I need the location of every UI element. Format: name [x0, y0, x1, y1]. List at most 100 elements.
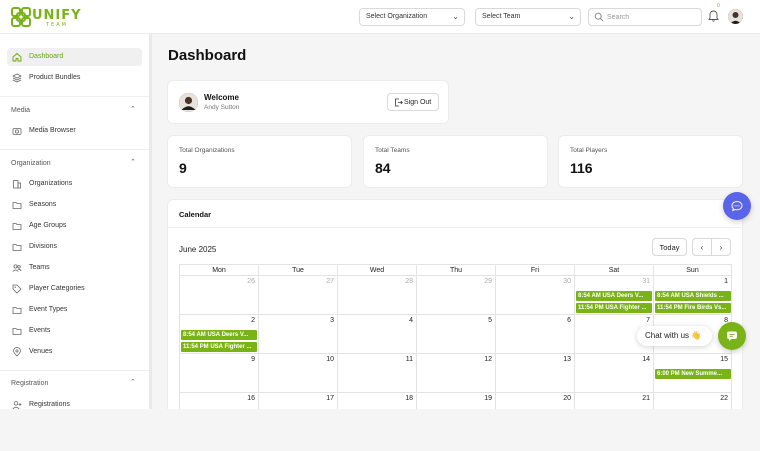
- logo[interactable]: UNIFY TEAM: [10, 6, 82, 28]
- select-organization-dropdown[interactable]: Select Organization ⌄: [359, 8, 465, 26]
- divider: [168, 227, 743, 228]
- weekday-label: Thu: [416, 264, 495, 276]
- calendar-day-cell[interactable]: 10: [258, 354, 337, 393]
- calendar-event[interactable]: 8:54 AM USA Deers V...: [181, 330, 257, 340]
- calendar-day-cell[interactable]: 14: [574, 354, 653, 393]
- sidebar-item-events[interactable]: Events: [7, 322, 142, 340]
- select-organization-label: Select Organization: [366, 13, 428, 20]
- sidebar-item-organizations[interactable]: Organizations: [7, 175, 142, 193]
- calendar-day-cell[interactable]: 29: [416, 276, 495, 315]
- calendar-day-cell[interactable]: 26: [179, 276, 258, 315]
- sidebar-item-venues[interactable]: Venues: [7, 343, 142, 361]
- search-input[interactable]: [607, 11, 697, 23]
- sign-out-label: Sign Out: [404, 98, 432, 106]
- calendar-day-cell[interactable]: 28: [337, 276, 416, 315]
- sidebar-item-dashboard[interactable]: Dashboard: [7, 48, 142, 66]
- today-button[interactable]: Today: [652, 238, 687, 256]
- sidebar-item-seasons[interactable]: Seasons: [7, 196, 142, 214]
- sidebar-item-label: Divisions: [29, 243, 58, 250]
- day-number: 16: [247, 395, 255, 402]
- day-number: 10: [326, 356, 334, 363]
- select-team-label: Select Team: [482, 13, 521, 20]
- prev-month-button[interactable]: ‹: [692, 238, 712, 256]
- messages-fab[interactable]: [723, 192, 751, 220]
- calendar-day-cell[interactable]: 1 8:54 AM USA Shields ... 11:54 PM Fire Bi…: [653, 276, 732, 315]
- avatar: [179, 93, 198, 112]
- welcome-card: Welcome Andy Sutton Sign Out: [167, 80, 449, 124]
- camera-icon: [12, 128, 22, 135]
- layers-icon: [12, 73, 22, 83]
- sidebar-item-teams[interactable]: Teams: [7, 259, 142, 277]
- sidebar-item-label: Events: [29, 327, 51, 334]
- folder-icon: [12, 244, 22, 251]
- stat-card-teams: Total Teams 84: [363, 135, 548, 188]
- logo-text: UNIFY: [32, 8, 82, 23]
- calendar-event[interactable]: 6:00 PM New Summe...: [655, 369, 731, 379]
- chat-with-us-label[interactable]: Chat with us 👋: [637, 326, 712, 346]
- sidebar-item-divisions[interactable]: Divisions: [7, 238, 142, 256]
- calendar-day-cell[interactable]: 27: [258, 276, 337, 315]
- weekday-label: Fri: [495, 264, 574, 276]
- next-month-button[interactable]: ›: [711, 238, 731, 256]
- chevron-down-icon: ⌄: [568, 12, 575, 21]
- day-number: 14: [642, 356, 650, 363]
- calendar-day-cell[interactable]: 15 6:00 PM New Summe...: [653, 354, 732, 393]
- calendar-day-cell[interactable]: 2 8:54 AM USA Deers V... 11:54 PM USA Figh…: [179, 315, 258, 354]
- sidebar-scrollbar[interactable]: [149, 34, 152, 409]
- calendar-event[interactable]: 8:54 AM USA Deers V...: [576, 291, 652, 301]
- calendar-event[interactable]: 11:54 PM Fire Birds Vs...: [655, 303, 731, 313]
- folder-icon: [12, 328, 22, 335]
- user-name: Andy Sutton: [204, 104, 240, 111]
- stat-label: Total Organizations: [179, 147, 235, 154]
- calendar-day-cell[interactable]: 6: [495, 315, 574, 354]
- sidebar-item-player-categories[interactable]: Player Categories: [7, 280, 142, 298]
- chevron-up-icon[interactable]: ⌃: [130, 105, 136, 113]
- day-number: 17: [326, 395, 334, 402]
- sidebar-item-event-types[interactable]: Event Types: [7, 301, 142, 319]
- sidebar-item-label: Organizations: [29, 180, 73, 187]
- select-team-dropdown[interactable]: Select Team ⌄: [475, 8, 581, 26]
- day-number: 12: [484, 356, 492, 363]
- day-number: 18: [405, 395, 413, 402]
- calendar-day-cell[interactable]: 3: [258, 315, 337, 354]
- weekday-label: Wed: [337, 264, 416, 276]
- chevron-up-icon[interactable]: ⌃: [130, 378, 136, 386]
- section-title-media: Media: [11, 107, 31, 114]
- sidebar-item-label: Venues: [29, 348, 53, 355]
- sidebar-item-label: Age Groups: [29, 222, 67, 229]
- sign-out-button[interactable]: Sign Out: [387, 93, 439, 111]
- chat-launcher-button[interactable]: [718, 322, 746, 350]
- search-box[interactable]: [588, 8, 702, 26]
- search-icon: [594, 12, 604, 22]
- sidebar-item-age-groups[interactable]: Age Groups: [7, 217, 142, 235]
- sidebar-item-media-browser[interactable]: Media Browser: [7, 122, 142, 140]
- calendar-day-cell[interactable]: 11: [337, 354, 416, 393]
- calendar-day-cell[interactable]: 5: [416, 315, 495, 354]
- day-number: 5: [488, 317, 492, 324]
- avatar-image-icon: [728, 9, 743, 24]
- calendar-day-cell[interactable]: 12: [416, 354, 495, 393]
- sidebar-item-label: Teams: [29, 264, 50, 271]
- avatar[interactable]: [728, 9, 743, 24]
- page-title: Dashboard: [168, 47, 247, 64]
- calendar-event[interactable]: 11:54 PM USA Fighter ...: [181, 342, 257, 352]
- day-number: 29: [484, 278, 492, 285]
- chevron-up-icon[interactable]: ⌃: [130, 158, 136, 166]
- calendar-event[interactable]: 8:54 AM USA Shields ...: [655, 291, 731, 301]
- weekday-label: Sat: [574, 264, 653, 276]
- notification-badge: 0: [717, 3, 720, 9]
- sidebar-item-label: Media Browser: [29, 127, 76, 134]
- weekday-header: Mon Tue Wed Thu Fri Sat Sun: [179, 264, 732, 276]
- home-icon: [12, 52, 22, 62]
- calendar-day-cell[interactable]: 31 8:54 AM USA Deers V... 11:54 PM USA Fig…: [574, 276, 653, 315]
- weekday-label: Sun: [653, 264, 732, 276]
- calendar-day-cell[interactable]: 9: [179, 354, 258, 393]
- calendar-day-cell[interactable]: 30: [495, 276, 574, 315]
- calendar-day-cell[interactable]: 13: [495, 354, 574, 393]
- calendar-day-cell[interactable]: 4: [337, 315, 416, 354]
- bell-icon[interactable]: [708, 10, 719, 22]
- day-number: 11: [405, 356, 413, 363]
- sidebar-item-product-bundles[interactable]: Product Bundles: [7, 69, 142, 87]
- stat-value: 84: [375, 160, 391, 176]
- calendar-event[interactable]: 11:54 PM USA Fighter ...: [576, 303, 652, 313]
